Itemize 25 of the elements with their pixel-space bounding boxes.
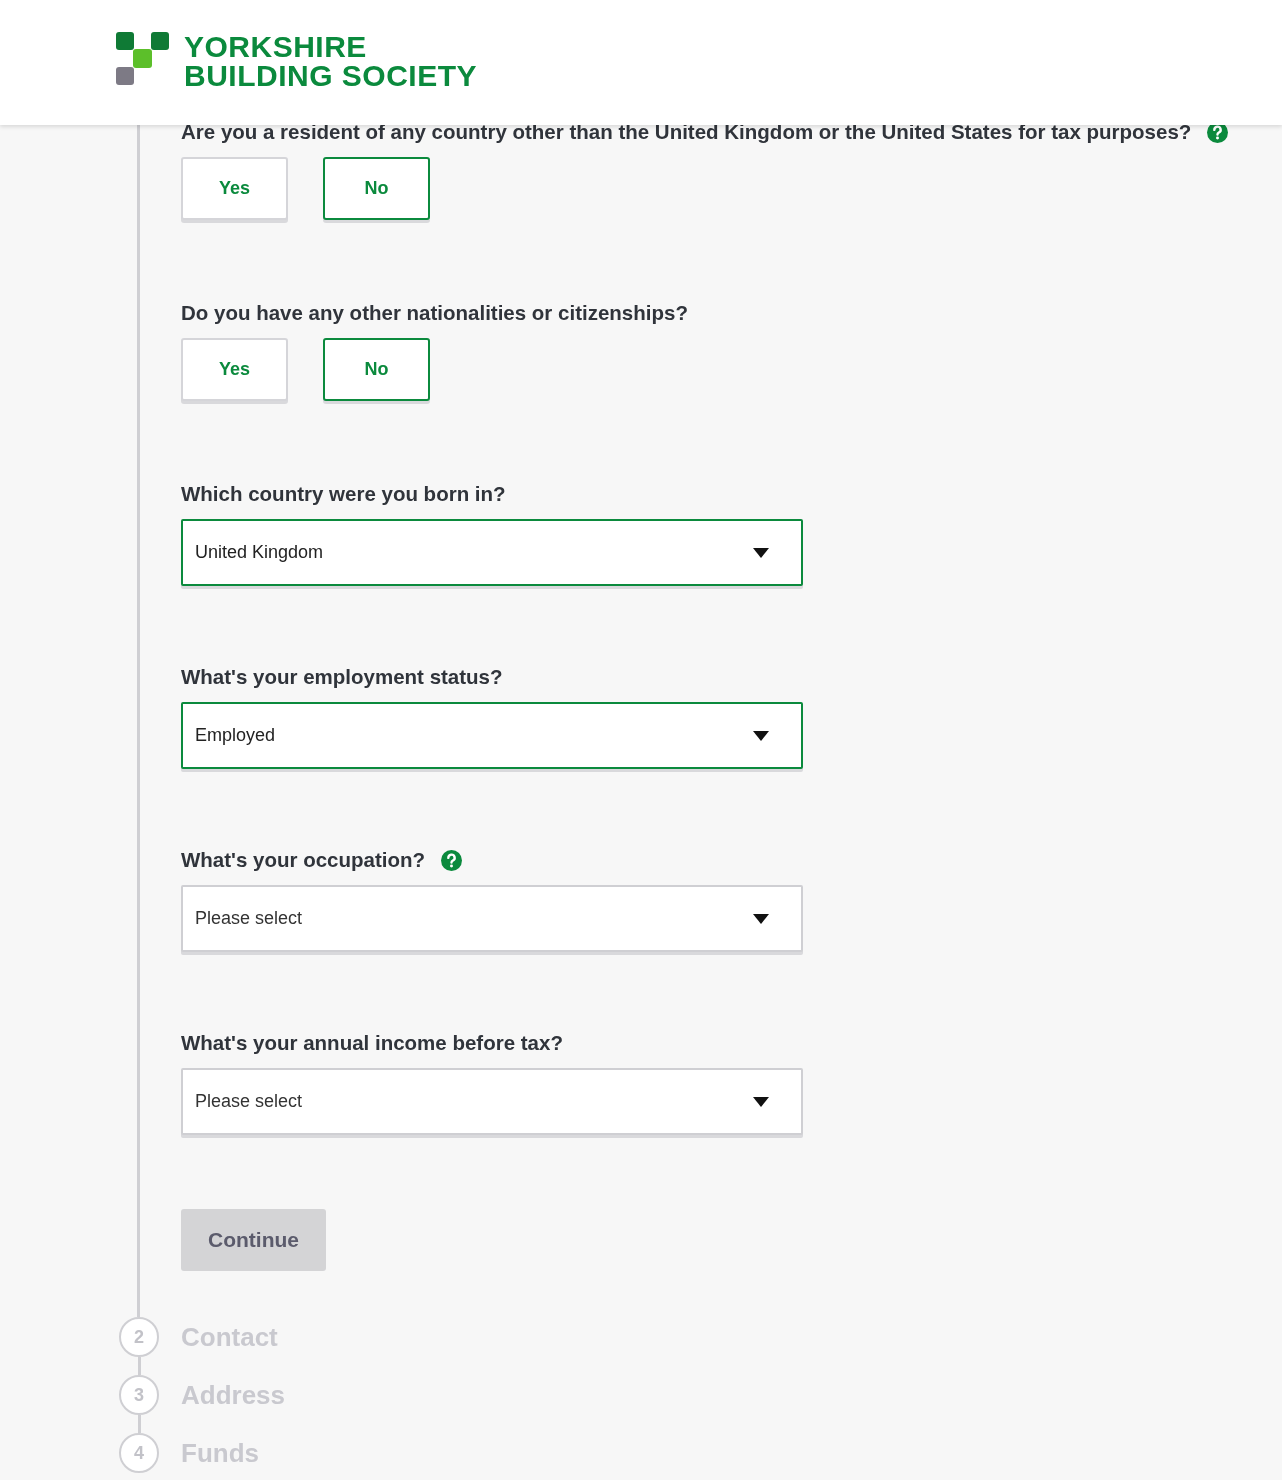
step-number: 4	[119, 1433, 159, 1473]
caret-icon	[753, 1096, 769, 1107]
help-icon[interactable]	[441, 849, 463, 871]
question-label: Do you have any other nationalities or citizenships?	[181, 300, 688, 326]
question-label: Are you a resident of any country other than the United Kingdom or the United States for tax purposes?	[181, 119, 1192, 145]
caret-icon	[753, 547, 769, 558]
question-label: Which country were you born in?	[181, 481, 506, 507]
dropdown-field[interactable]: Please select	[181, 885, 803, 952]
caret-icon	[753, 913, 769, 924]
logo-icon	[116, 32, 170, 86]
caret-icon	[753, 730, 769, 741]
option-button[interactable]: Yes	[181, 338, 288, 401]
dropdown-field[interactable]: Employed	[181, 702, 803, 769]
option-button[interactable]: Yes	[181, 157, 288, 220]
question-label: What's your occupation?	[181, 847, 426, 873]
step-number: 3	[119, 1375, 159, 1415]
question-label: What's your employment status?	[181, 664, 503, 690]
option-button[interactable]: No	[323, 338, 430, 401]
step-number: 2	[119, 1317, 159, 1357]
option-button[interactable]: No	[323, 157, 430, 220]
logo-text: BUILDING SOCIETY	[184, 61, 477, 90]
logo-text: YORKSHIRE	[184, 32, 368, 61]
question-label: What's your annual income before tax?	[181, 1030, 563, 1056]
dropdown-field[interactable]: United Kingdom	[181, 519, 803, 586]
dropdown-field[interactable]: Please select	[181, 1068, 803, 1135]
